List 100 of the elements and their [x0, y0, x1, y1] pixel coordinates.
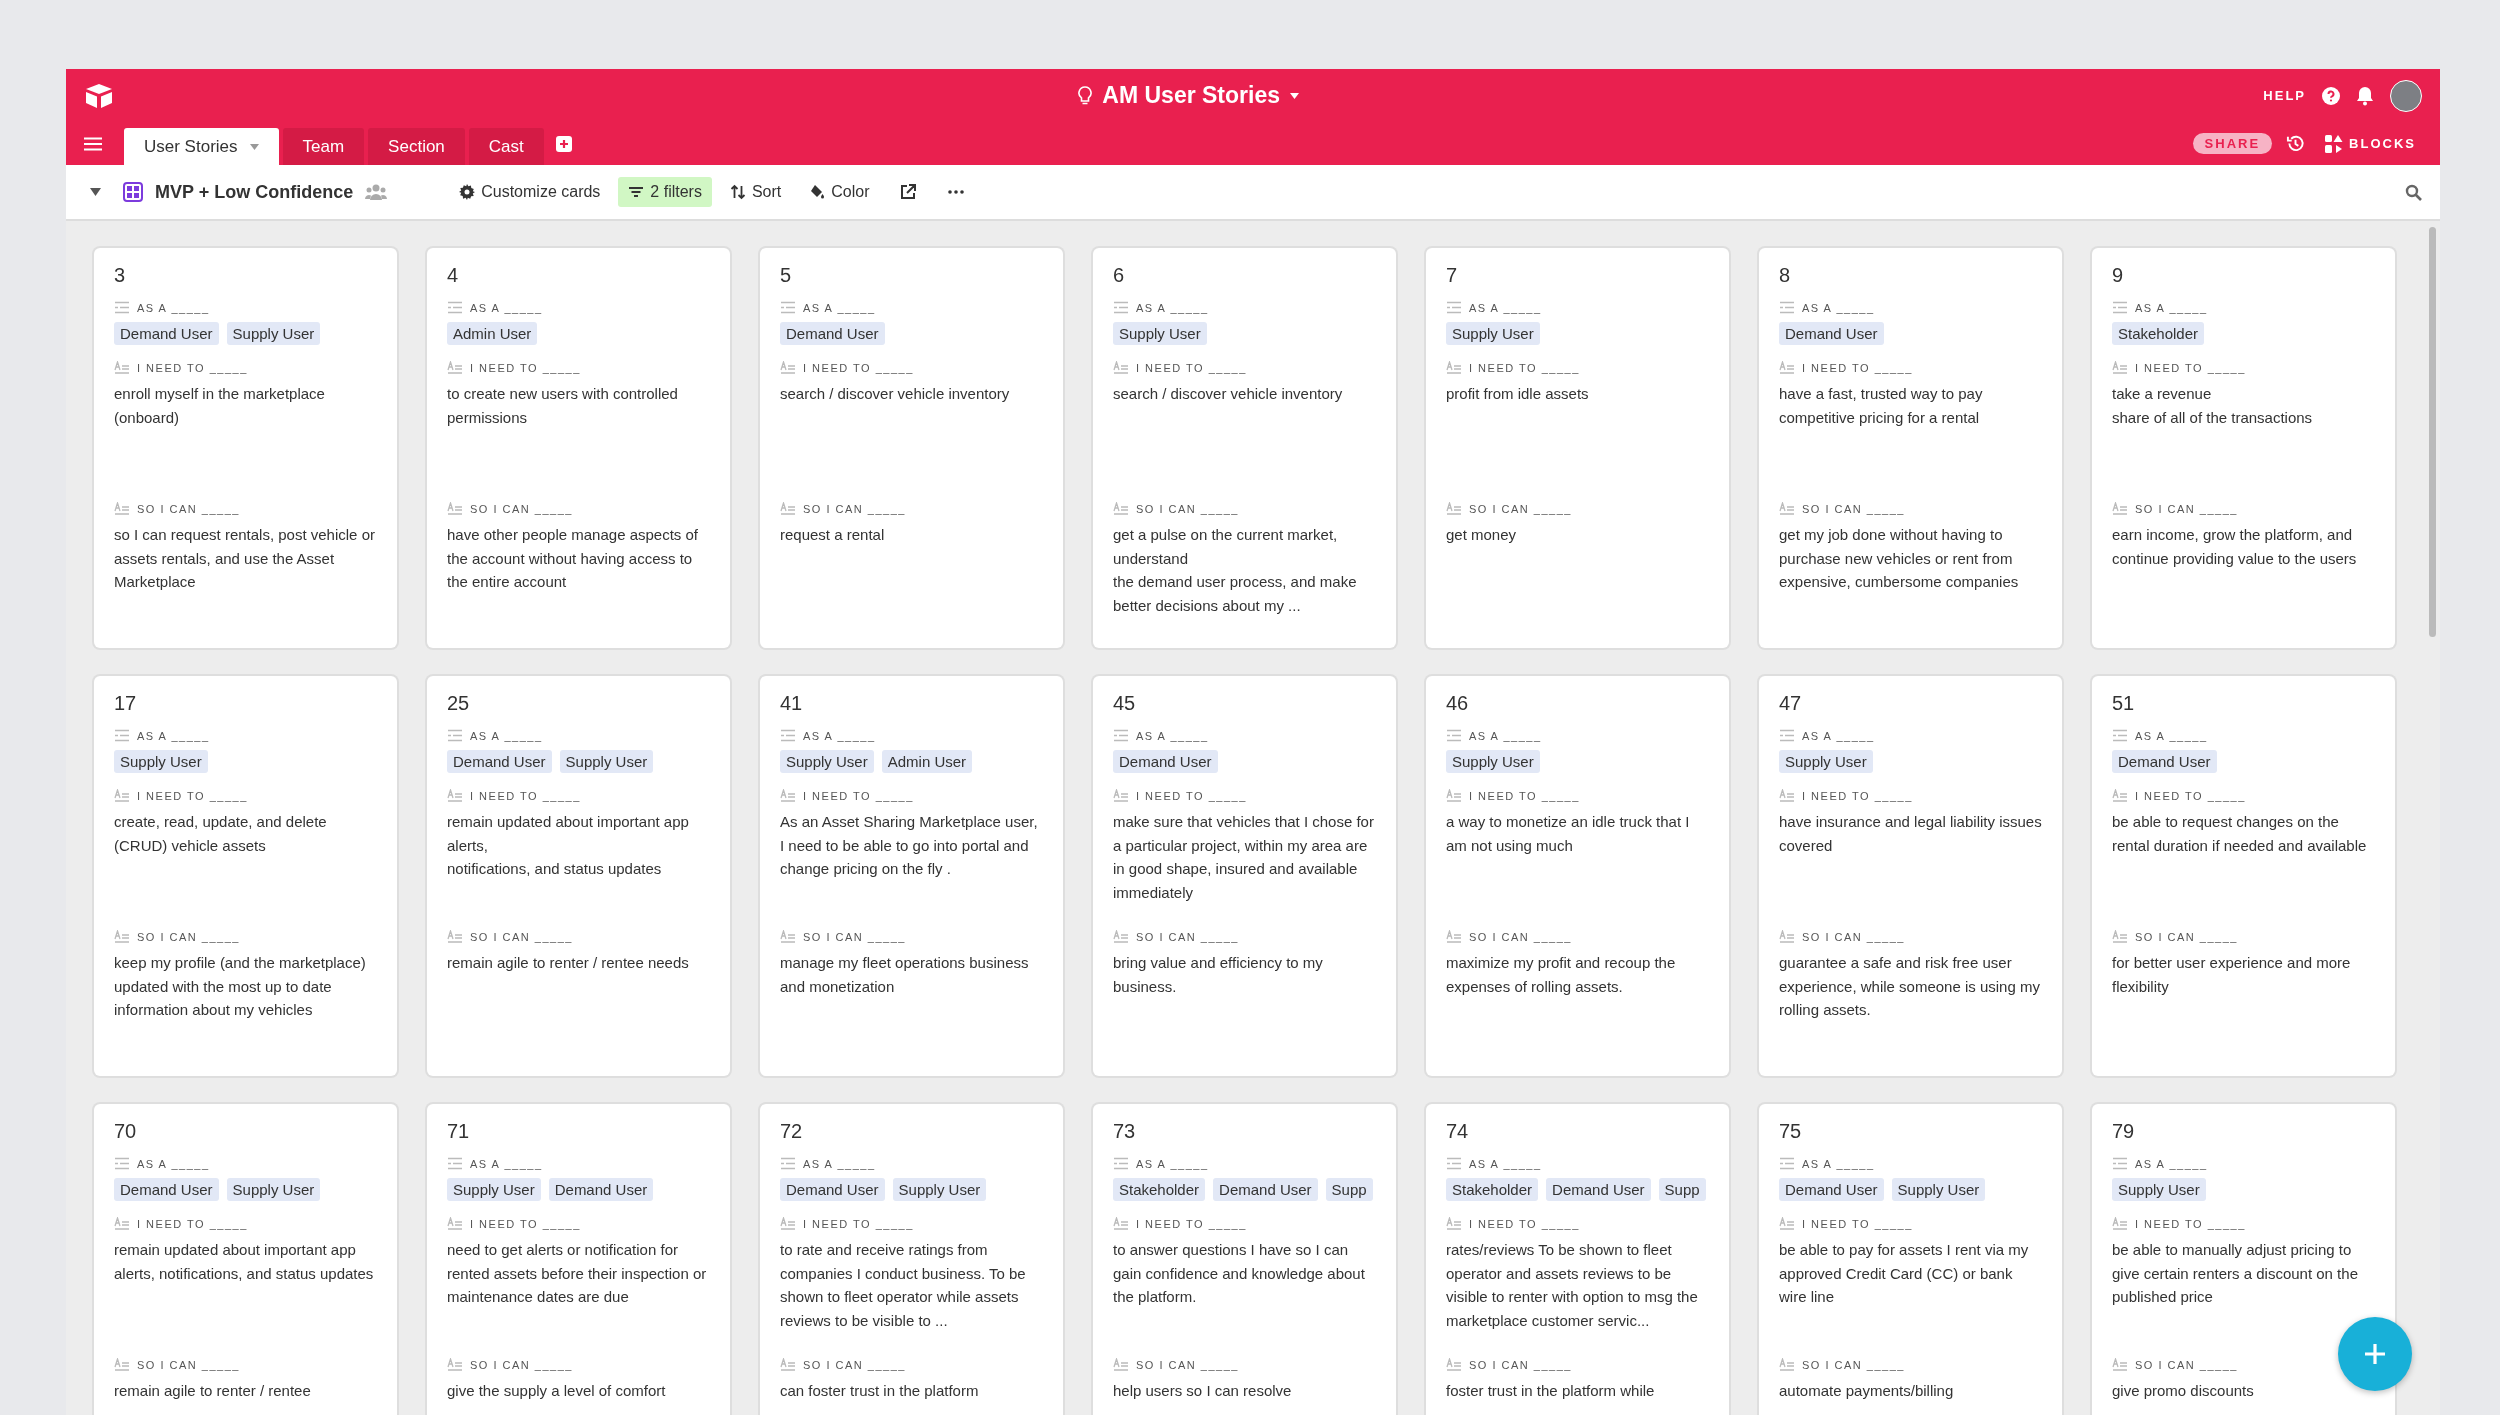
story-card[interactable]: 3 AS A _____ Demand User Supply User I NEED TO _____ enroll myself in the marketplace (onboard) SO I CAN _____ so I can request rentals, post vehicle or assets rentals, and use the Asset Marketplace	[94, 248, 397, 648]
story-card[interactable]: 75 AS A _____ Demand User Supply User I NEED TO _____ be able to pay for assets I rent via my approved Credit Card (CC) or bank wire line SO I CAN _____ automate payments/billing	[1759, 1104, 2062, 1415]
field-text: take a revenue share of all of the transactions	[2112, 385, 2313, 426]
menu-icon[interactable]	[84, 136, 102, 151]
story-card[interactable]: 51 AS A _____ Demand User I NEED TO _____ be able to request changes on the rental duration if needed and available SO I CAN _____ for better user experience and more flexibility	[2092, 676, 2395, 1076]
table-tab[interactable]: User Stories	[124, 128, 279, 165]
story-card[interactable]: 4 AS A _____ Admin User I NEED TO _____ to create new users with controlled permissions SO I CAN _____ have other people manage aspects of the account without having access to the entire account	[427, 248, 730, 648]
plus-icon	[2364, 1343, 2386, 1365]
field-text: earn income, grow the platform, and continue providing value to the users	[2112, 526, 2357, 567]
field-text: a way to monetize an idle truck that I am not using much	[1446, 813, 1690, 854]
caret-icon	[249, 143, 259, 150]
story-card[interactable]: 25 AS A _____ Demand User Supply User I NEED TO _____ remain updated about important app alerts, notifications, and status updates SO I CAN _____ remain agile to renter / rentee needs	[427, 676, 730, 1076]
story-card[interactable]	[427, 1104, 730, 1415]
story-card[interactable]: 9 AS A _____ Stakeholder I NEED TO _____ take a revenue share of all of the transactions SO I CAN _____ earn income, grow the platform, and continue providing value to the users	[2092, 248, 2395, 648]
story-card[interactable]	[1426, 1104, 1729, 1415]
text-field-icon	[1779, 502, 1795, 515]
story-card[interactable]	[760, 676, 1063, 1076]
toolbar-button[interactable]: Sort	[719, 177, 792, 207]
field-text: rates/reviews To be shown to fleet operator and assets reviews to be visible to renter with option to msg the marketplace customer servic...	[1446, 1241, 1698, 1329]
story-card[interactable]	[1093, 676, 1396, 1076]
help-link[interactable]: HELP	[2263, 88, 2306, 103]
toolbar-button[interactable]: Color	[799, 177, 880, 207]
text-field-icon	[447, 361, 463, 374]
tag-chip: Supply User	[1446, 750, 1540, 773]
story-card[interactable]: 7 AS A _____ Supply User I NEED TO _____ profit from idle assets SO I CAN _____ get money	[1426, 248, 1729, 648]
field-label: AS A _____	[2135, 1157, 2208, 1170]
caret-icon[interactable]	[1290, 92, 1299, 99]
story-card[interactable]: 46 AS A _____ Supply User I NEED TO _____ a way to monetize an idle truck that I am not using much SO I CAN _____ maximize my profit and recoup the expenses of rolling assets.	[1426, 676, 1729, 1076]
field-label: I NEED TO _____	[2135, 1217, 2246, 1230]
card-number: 73	[1113, 1120, 1136, 1143]
field-label: I NEED TO _____	[1802, 1217, 1913, 1230]
add-table-icon[interactable]	[555, 135, 572, 152]
text-field-icon	[447, 1217, 463, 1230]
story-card[interactable]	[760, 1104, 1063, 1415]
field-text: profit from idle assets	[1446, 385, 1589, 402]
field-label: AS A _____	[137, 301, 210, 314]
field-label: I NEED TO _____	[1136, 1217, 1247, 1230]
text-field-icon	[1113, 1217, 1129, 1230]
box-logo-icon[interactable]	[84, 82, 114, 109]
text-field-icon	[1446, 502, 1462, 515]
text-field-icon	[2112, 1358, 2128, 1371]
field-text: maximize my profit and recoup the expenses of rolling assets.	[1446, 954, 1676, 995]
field-label: AS A _____	[1802, 729, 1875, 742]
tag-chip: Demand User	[1779, 322, 1884, 345]
toolbar-button[interactable]: Customize cards	[449, 177, 611, 207]
list-icon	[1779, 1157, 1795, 1170]
paint-bucket-icon	[809, 184, 826, 200]
field-text: keep my profile (and the marketplace) updated with the most up to date information about my vehicles	[114, 954, 366, 1018]
history-icon[interactable]	[2286, 134, 2306, 153]
table-tab[interactable]: Section	[368, 128, 465, 165]
tag-chip: Supply User	[226, 322, 321, 345]
share-out-icon[interactable]	[899, 184, 916, 200]
view-name[interactable]: MVP + Low Confidence	[155, 181, 354, 203]
field-label: AS A _____	[803, 301, 876, 314]
tag-chip: Supply User	[1779, 750, 1873, 773]
story-card[interactable]	[94, 676, 397, 1076]
story-card[interactable]	[1093, 248, 1396, 648]
more-icon[interactable]	[947, 190, 964, 194]
user-avatar[interactable]	[2390, 79, 2422, 112]
tag-chip: Demand User	[114, 1178, 219, 1201]
notification-bell-icon[interactable]	[2356, 85, 2374, 106]
text-field-icon	[780, 789, 796, 802]
card-number: 47	[1779, 692, 1802, 715]
text-field-icon	[2112, 930, 2128, 943]
text-field-icon	[114, 1217, 130, 1230]
table-tab[interactable]: Team	[282, 128, 365, 165]
text-field-icon	[2112, 1217, 2128, 1230]
story-card[interactable]: 70 AS A _____ Demand User Supply User I NEED TO _____ remain updated about important app alerts, notifications, and status updates SO I CAN _____ remain agile to renter / rentee	[94, 1104, 397, 1415]
story-card[interactable]: 5 AS A _____ Demand User I NEED TO _____ search / discover vehicle inventory SO I CAN _____ request a rental	[760, 248, 1063, 648]
tag-chip: Demand User	[2112, 750, 2217, 773]
card-number: 4	[447, 264, 459, 287]
tag-chip: Admin User	[447, 322, 538, 345]
card-number: 41	[780, 692, 803, 715]
field-label: SO I CAN _____	[1136, 502, 1239, 515]
field-label: SO I CAN _____	[2135, 1358, 2238, 1371]
table-tab[interactable]: Cast	[468, 128, 544, 165]
story-card[interactable]: 47 AS A _____ Supply User I NEED TO _____ have insurance and legal liability issues covered SO I CAN _____ guarantee a safe and risk free user experience, while someone is using my rolling assets.	[1759, 676, 2062, 1076]
card-number: 71	[447, 1120, 470, 1143]
text-field-icon	[780, 502, 796, 515]
collapse-caret-icon[interactable]	[90, 188, 101, 196]
list-icon	[1446, 301, 1462, 314]
help-icon[interactable]	[2322, 86, 2340, 105]
tag-chip: Supply User	[780, 750, 874, 773]
text-field-icon	[447, 502, 463, 515]
field-label: SO I CAN _____	[1469, 930, 1572, 943]
text-field-icon	[1779, 789, 1795, 802]
story-card[interactable]: 73 AS A _____ Stakeholder Demand User Supp I NEED TO _____ to answer questions I have so I can gain confidence and knowledge about the platform. SO I CAN _____ help users so I can resolve	[1093, 1104, 1396, 1415]
text-field-icon	[1779, 1217, 1795, 1230]
story-card[interactable]: 79 AS A _____ Supply User I NEED TO _____ be able to manually adjust pricing to give certain renters a discount on the published price SO I CAN _____ give promo discounts	[2092, 1104, 2395, 1415]
field-label: I NEED TO _____	[1802, 361, 1913, 374]
search-icon[interactable]	[2405, 183, 2422, 201]
base-title[interactable]: AM User Stories	[1102, 82, 1280, 109]
blocks-button[interactable]: BLOCKS	[2319, 133, 2422, 154]
text-field-icon	[447, 1358, 463, 1371]
field-text: enroll myself in the marketplace (onboard)	[114, 385, 325, 426]
field-text: remain agile to renter / rentee needs	[447, 954, 689, 971]
tag-chip: Supply User	[447, 1178, 541, 1201]
story-card[interactable]	[1759, 248, 2062, 648]
scrollbar[interactable]	[2429, 227, 2436, 637]
toolbar-button[interactable]: 2 filters	[618, 177, 712, 207]
